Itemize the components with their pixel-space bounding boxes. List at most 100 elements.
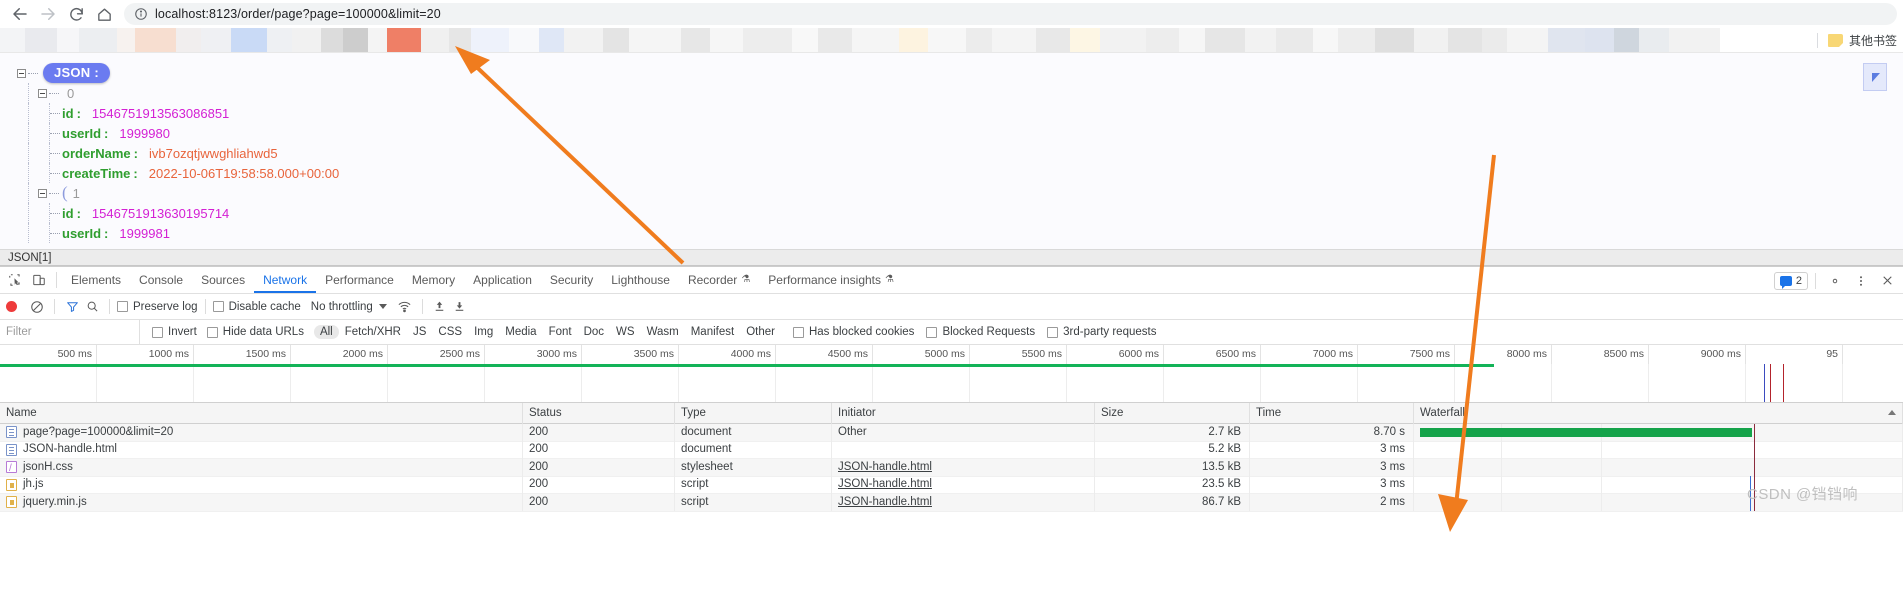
back-button[interactable] [6,0,34,28]
hide-data-urls-checkbox[interactable]: Hide data URLs [206,326,304,338]
tree-connector [50,132,60,134]
request-name: jquery.min.js [23,495,87,508]
cell-name[interactable]: page?page=100000&limit=20 [0,423,523,441]
tab-performance-insights[interactable]: Performance insights ⚗ [759,267,903,293]
filter-type-font[interactable]: Font [543,325,578,339]
invert-label: Invert [168,326,197,338]
column-header-initiator[interactable]: Initiator [832,402,1095,424]
tab-lighthouse[interactable]: Lighthouse [602,267,679,293]
cell-name[interactable]: JSON-handle.html [0,441,523,459]
cell-time: 3 ms [1250,458,1414,476]
collapse-toggle-node-1[interactable] [38,188,47,198]
column-header-time[interactable]: Time [1250,402,1414,424]
column-header-name[interactable]: Name [0,402,523,424]
dom-content-loaded-marker [1764,364,1765,402]
clear-icon[interactable] [27,297,47,317]
filter-type-other[interactable]: Other [740,325,781,339]
collapse-toggle-root[interactable] [17,68,26,78]
device-toolbar-icon[interactable] [27,268,51,292]
filter-type-img[interactable]: Img [468,325,499,339]
filter-type-css[interactable]: CSS [432,325,468,339]
initiator-link[interactable]: JSON-handle.html [838,496,932,508]
network-overview[interactable]: 500 ms 1000 ms 1500 ms 2000 ms 2500 ms 3000 m… [0,345,1903,403]
blocked-requests-checkbox[interactable]: Blocked Requests [926,326,1035,338]
cell-name[interactable]: jquery.min.js [0,493,523,511]
cell-name[interactable]: jsonH.css [0,458,523,476]
cell-time: 2 ms [1250,493,1414,511]
preserve-log-checkbox[interactable]: Preserve log [117,301,198,313]
page-viewport: JSON : 0 id: 1546751913563086851 userId:… [0,52,1903,249]
close-icon[interactable] [1875,269,1899,293]
table-row[interactable]: jsonH.css 200stylesheet JSON-handle.html 13… [0,458,1903,477]
tab-sources[interactable]: Sources [192,267,254,293]
column-header-waterfall[interactable]: Waterfall [1414,402,1903,424]
tab-console[interactable]: Console [130,267,192,293]
json-node-index-row: ( 1 [8,183,1903,203]
table-row[interactable]: page?page=100000&limit=20 200 document Othe… [0,423,1903,442]
initiator-link[interactable]: JSON-handle.html [838,461,932,473]
collapse-toggle-node-0[interactable] [38,88,47,98]
filter-type-ws[interactable]: WS [610,325,641,339]
reload-button[interactable] [62,0,90,28]
tab-performance[interactable]: Performance [316,267,403,293]
throttling-label: No throttling [310,300,373,313]
address-bar[interactable]: localhost:8123/order/page?page=100000&li… [124,3,1897,25]
cell-initiator[interactable]: JSON-handle.html [832,458,1095,476]
throttling-dropdown[interactable]: No throttling [311,301,387,313]
tab-recorder[interactable]: Recorder ⚗ [679,267,759,293]
filter-funnel-icon[interactable] [62,297,82,317]
folder-icon[interactable] [1827,33,1843,47]
table-row[interactable]: jquery.min.js 200 script JSON-handle.html 86… [0,493,1903,512]
script-icon [6,478,17,491]
tab-network[interactable]: Network [254,267,316,293]
cell-initiator[interactable]: JSON-handle.html [832,476,1095,494]
column-header-status[interactable]: Status [523,402,675,424]
waterfall-gridline [1414,441,1602,459]
third-party-requests-checkbox[interactable]: 3rd-party requests [1047,326,1156,338]
column-header-type[interactable]: Type [675,402,832,424]
filter-type-wasm[interactable]: Wasm [641,325,685,339]
script-icon [6,496,17,509]
inspect-element-icon[interactable] [3,268,27,292]
filter-input[interactable]: Filter [0,319,140,345]
filter-type-js[interactable]: JS [407,325,432,339]
cell-initiator[interactable]: JSON-handle.html [832,493,1095,511]
tree-connector [49,92,59,94]
column-header-size[interactable]: Size [1095,402,1250,424]
info-circle-icon[interactable] [134,7,148,21]
export-har-icon[interactable] [450,297,470,317]
initiator-link[interactable]: JSON-handle.html [838,478,932,490]
address-bar-url: localhost:8123/order/page?page=100000&li… [155,7,441,21]
cell-status: 200 [523,476,675,494]
filter-type-doc[interactable]: Doc [578,325,610,339]
invert-checkbox[interactable]: Invert [152,326,197,338]
disable-cache-checkbox[interactable]: Disable cache [212,301,301,313]
tab-security[interactable]: Security [541,267,602,293]
import-har-icon[interactable] [430,297,450,317]
filter-type-all[interactable]: All [313,325,339,339]
watermark: CSDN @铛铛响 [1747,485,1858,503]
cell-name[interactable]: jh.js [0,476,523,494]
filter-type-fetch-xhr[interactable]: Fetch/XHR [339,325,407,339]
tab-memory[interactable]: Memory [403,267,464,293]
json-value: 1999981 [119,225,170,241]
record-stop-icon[interactable] [6,301,17,312]
other-bookmarks-label[interactable]: 其他书签 [1849,32,1897,49]
open-paren: ( [62,183,68,202]
forward-button[interactable] [34,0,62,28]
tab-elements[interactable]: Elements [62,267,130,293]
kebab-menu-icon[interactable] [1849,269,1873,293]
filter-type-manifest[interactable]: Manifest [685,325,740,339]
cell-initiator [832,441,1095,459]
issues-counter[interactable]: 2 [1773,271,1808,290]
has-blocked-cookies-checkbox[interactable]: Has blocked cookies [792,326,914,338]
filter-type-media[interactable]: Media [499,325,542,339]
network-conditions-icon[interactable] [395,297,415,317]
cell-type: script [675,493,832,511]
table-row[interactable]: JSON-handle.html 200 document 5.2 kB 3 ms [0,441,1903,459]
table-row[interactable]: jh.js 200 script JSON-handle.html 23.5 kB 3 m… [0,476,1903,494]
tab-application[interactable]: Application [464,267,541,293]
home-button[interactable] [90,0,118,28]
gear-icon[interactable] [1823,269,1847,293]
search-icon[interactable] [82,297,102,317]
